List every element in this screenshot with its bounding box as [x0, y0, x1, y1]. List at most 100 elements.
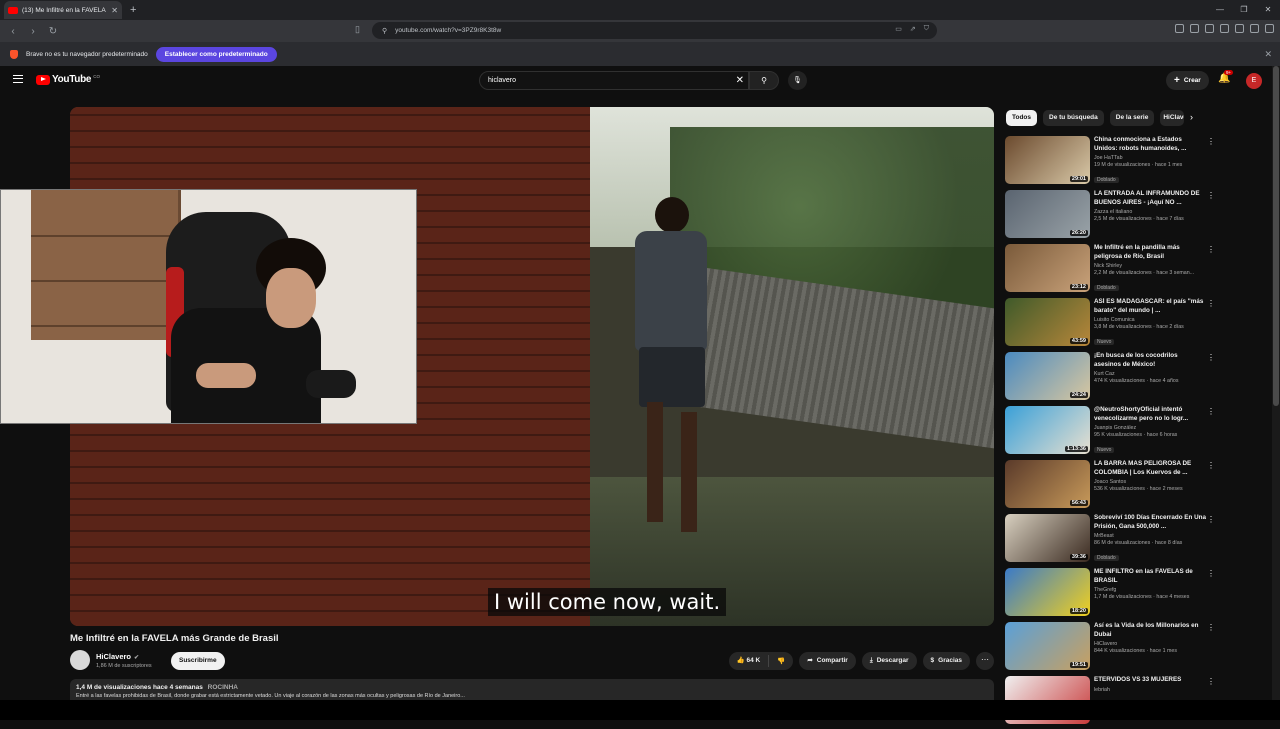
recommendation-channel[interactable]: Joe HaTTab — [1094, 155, 1206, 161]
recommendation-item[interactable]: 1:13:36 @NeutroShortyOficial intentó ven… — [1005, 405, 1215, 459]
recommendation-thumbnail[interactable]: 19:51 — [1005, 622, 1090, 670]
wallet-icon[interactable] — [1250, 24, 1259, 33]
reload-icon[interactable]: ↻ — [46, 26, 60, 37]
more-options-icon[interactable]: ⋮ — [1207, 569, 1215, 578]
recommendation-title[interactable]: ASÍ ES MADAGASCAR: el país "más barato" … — [1094, 298, 1206, 315]
chip-channel[interactable]: HiClavero — [1160, 110, 1185, 126]
recommendation-thumbnail[interactable]: 1:13:36 — [1005, 406, 1090, 454]
chip-all[interactable]: Todos — [1006, 110, 1038, 126]
more-options-icon[interactable]: ⋮ — [1207, 245, 1215, 254]
sidebar-icon[interactable] — [1235, 24, 1244, 33]
recommendation-channel[interactable]: MrBeast — [1094, 533, 1206, 539]
description-tag[interactable]: ROCINHA — [208, 684, 238, 691]
share-page-icon[interactable]: ⇗ — [910, 25, 916, 33]
recommendation-thumbnail[interactable]: 43:59 — [1005, 298, 1090, 346]
description-box[interactable]: 1,4 M de visualizaciones hace 4 semanas … — [70, 679, 994, 701]
more-options-icon[interactable]: ⋮ — [1207, 515, 1215, 524]
recommendation-item[interactable]: 18:20 ME INFILTRO en las FAVELAS de BRAS… — [1005, 567, 1215, 621]
recommendation-item[interactable]: 24:24 ¡En busca de los cocodrilos asesin… — [1005, 351, 1215, 405]
recommendation-item[interactable]: 23:12 Me Infiltré en la pandilla más pel… — [1005, 243, 1215, 297]
create-button[interactable]: + Crear — [1166, 71, 1209, 90]
recommendation-item[interactable]: 26:20 LA ENTRADA AL INFRAMUNDO DE BUENOS… — [1005, 189, 1215, 243]
recommendation-thumbnail[interactable]: 56:43 — [1005, 460, 1090, 508]
recommendation-channel[interactable]: Zazza el italiano — [1094, 209, 1206, 215]
new-tab-icon[interactable]: + — [130, 4, 136, 16]
page-scrollbar[interactable] — [1272, 66, 1280, 720]
recommendation-title[interactable]: ¡En busca de los cocodrilos asesinos de … — [1094, 352, 1206, 369]
recommendation-title[interactable]: China conmociona a Estados Unidos: robot… — [1094, 136, 1206, 153]
recommendation-title[interactable]: LA ENTRADA AL INFRAMUNDO DE BUENOS AIRES… — [1094, 190, 1206, 207]
subscribe-button[interactable]: Suscribirme — [171, 652, 225, 670]
recommendation-channel[interactable]: TheGrefg — [1094, 587, 1206, 593]
menu-icon[interactable] — [1265, 24, 1274, 33]
chips-next-icon[interactable]: › — [1190, 112, 1193, 122]
infobar-close-icon[interactable]: ✕ — [1264, 49, 1272, 60]
chip-from-series[interactable]: De la serie — [1109, 110, 1155, 126]
close-window-icon[interactable]: ✕ — [1256, 0, 1280, 20]
like-button[interactable]: 👍 64 K — [729, 655, 770, 667]
extension-icon[interactable] — [1190, 24, 1199, 33]
extension-icon[interactable] — [1175, 24, 1184, 33]
voice-search-button[interactable]: 🎙 — [788, 71, 807, 90]
guide-menu-icon[interactable] — [13, 75, 23, 83]
tab-close-icon[interactable]: ✕ — [111, 6, 118, 15]
channel-avatar[interactable] — [70, 650, 90, 670]
more-options-icon[interactable]: ⋮ — [1207, 191, 1215, 200]
download-button[interactable]: ⤓ Descargar — [861, 652, 917, 670]
recommendation-item[interactable]: 43:59 ASÍ ES MADAGASCAR: el país "más ba… — [1005, 297, 1215, 351]
dislike-button[interactable]: 👎 — [769, 657, 793, 665]
clear-search-icon[interactable]: ✕ — [736, 75, 744, 86]
extension-icon[interactable] — [1220, 24, 1229, 33]
notifications-bell-icon[interactable]: 🔔 9+ — [1218, 70, 1234, 84]
share-button[interactable]: ➦ Compartir — [799, 652, 856, 670]
recommendation-title[interactable]: Así es la Vida de los Millonarios en Dub… — [1094, 622, 1206, 639]
recommendation-thumbnail[interactable]: 29:01 — [1005, 136, 1090, 184]
recommendation-thumbnail[interactable]: 39:36 — [1005, 514, 1090, 562]
recommendation-item[interactable]: 39:36 Sobreviví 100 Días Encerrado En Un… — [1005, 513, 1215, 567]
more-options-icon[interactable]: ⋮ — [1207, 299, 1215, 308]
more-options-icon[interactable]: ⋮ — [1207, 623, 1215, 632]
recommendation-thumbnail[interactable]: 18:20 — [1005, 568, 1090, 616]
more-options-icon[interactable]: ⋮ — [1207, 461, 1215, 470]
site-info-icon[interactable]: ⚲ — [382, 27, 387, 35]
brave-shields-icon[interactable]: ⛉ — [924, 25, 929, 33]
recommendation-title[interactable]: @NeutroShortyOficial intentó venecolizar… — [1094, 406, 1206, 423]
more-options-icon[interactable]: ⋮ — [1207, 137, 1215, 146]
recommendation-thumbnail[interactable]: 23:12 — [1005, 244, 1090, 292]
recommendation-thumbnail[interactable]: 24:24 — [1005, 352, 1090, 400]
recommendation-channel[interactable]: Nick Shirley — [1094, 263, 1206, 269]
maximize-icon[interactable]: ❐ — [1232, 0, 1256, 20]
back-icon[interactable]: ‹ — [6, 26, 20, 37]
recommendation-title[interactable]: Me Infiltré en la pandilla más peligrosa… — [1094, 244, 1206, 261]
recommendation-title[interactable]: ETERVIDOS VS 33 MUJERES — [1094, 676, 1206, 685]
reader-mode-icon[interactable]: ▭ — [895, 25, 902, 33]
thanks-button[interactable]: $ Gracias — [922, 652, 970, 670]
more-options-icon[interactable]: ⋮ — [1207, 353, 1215, 362]
address-bar[interactable]: ⚲ youtube.com/watch?v=3PZ9r8K3t8w ▭ ⇗ ⛉ — [372, 22, 937, 39]
set-default-button[interactable]: Establecer como predeterminado — [155, 46, 277, 62]
bookmark-icon[interactable]: ▯ — [355, 24, 360, 35]
scrollbar-thumb[interactable] — [1273, 66, 1279, 406]
chip-from-search[interactable]: De tu búsqueda — [1043, 110, 1104, 126]
recommendation-title[interactable]: Sobreviví 100 Días Encerrado En Una Pris… — [1094, 514, 1206, 531]
recommendation-channel[interactable]: lebriah — [1094, 687, 1206, 693]
recommendation-channel[interactable]: Juanpis González — [1094, 425, 1206, 431]
recommendation-item[interactable]: 19:51 Así es la Vida de los Millonarios … — [1005, 621, 1215, 675]
youtube-logo[interactable]: YouTube CO — [36, 74, 100, 85]
browser-tab[interactable]: (13) Me Infiltré en la FAVELA ... ✕ — [4, 1, 122, 19]
search-input[interactable]: hiclavero ✕ — [479, 71, 749, 90]
minimize-icon[interactable]: — — [1208, 0, 1232, 20]
recommendation-title[interactable]: ME INFILTRO en las FAVELAS de BRASIL — [1094, 568, 1206, 585]
more-options-icon[interactable]: ⋮ — [1207, 407, 1215, 416]
recommendation-item[interactable]: 29:01 China conmociona a Estados Unidos:… — [1005, 135, 1215, 189]
forward-icon[interactable]: › — [26, 26, 40, 37]
recommendation-channel[interactable]: Kurt Caz — [1094, 371, 1206, 377]
search-button[interactable]: ⚲ — [749, 71, 779, 90]
recommendation-channel[interactable]: Joaco Santos — [1094, 479, 1206, 485]
account-avatar[interactable]: E — [1246, 73, 1262, 89]
extension-icon[interactable] — [1205, 24, 1214, 33]
recommendation-thumbnail[interactable]: 26:20 — [1005, 190, 1090, 238]
channel-name-link[interactable]: HiClavero ✔ — [96, 652, 139, 661]
recommendation-channel[interactable]: HiClavero — [1094, 641, 1206, 647]
recommendation-item[interactable]: 56:43 LA BARRA MAS PELIGROSA DE COLOMBIA… — [1005, 459, 1215, 513]
